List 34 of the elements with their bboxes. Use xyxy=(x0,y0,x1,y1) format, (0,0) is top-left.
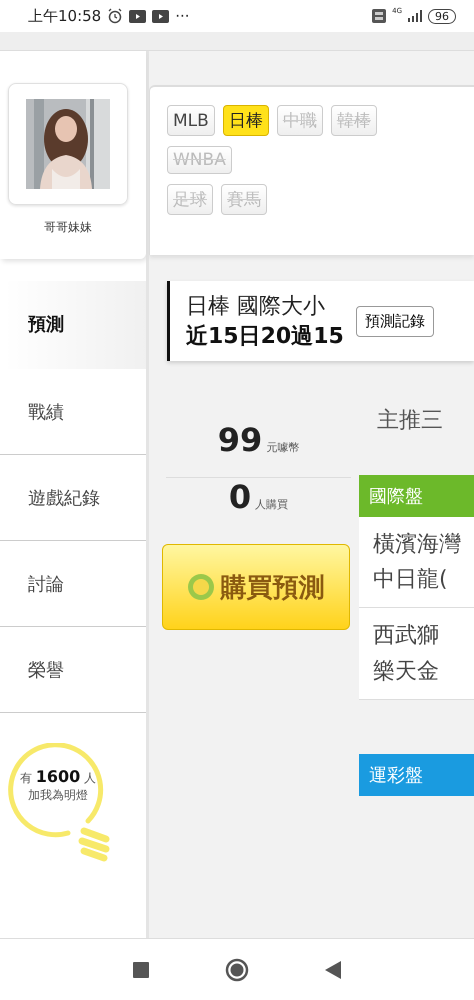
team-name: 橫濱海灣 xyxy=(373,531,461,559)
status-time: 上午10:58 xyxy=(28,6,102,26)
buyer-count: 0 xyxy=(228,478,252,516)
profile-name: 哥哥妹妹 xyxy=(44,219,92,236)
fans-count-text: 有 1600 人 加我為明燈 xyxy=(18,767,98,804)
price-unit: 元噱幣 xyxy=(266,440,300,455)
sidebar-item[interactable]: 遊戲紀錄 xyxy=(0,455,146,541)
league-tab[interactable]: 日棒 xyxy=(222,105,269,136)
team-name: 西武獅 xyxy=(373,622,440,650)
buy-prediction-button[interactable]: 購買預測 xyxy=(162,544,350,630)
section-header: 運彩盤 xyxy=(359,754,474,796)
back-icon[interactable] xyxy=(325,961,341,979)
alarm-icon xyxy=(107,8,124,24)
prediction-record: 近15日20過15 xyxy=(186,323,344,351)
league-tab[interactable]: MLB xyxy=(167,105,215,136)
sidebar-item[interactable]: 戰績 xyxy=(0,369,146,455)
picks-heading: 主推三 xyxy=(377,407,444,435)
sidebar-item[interactable]: 討論 xyxy=(0,541,146,627)
battery-level: 96 xyxy=(428,8,456,24)
team-name: 中日龍( xyxy=(373,566,449,594)
prediction-title: 日棒 國際大小 xyxy=(186,293,326,321)
home-icon[interactable] xyxy=(225,958,249,982)
signal-icon xyxy=(408,10,422,22)
price-value: 99 xyxy=(218,421,262,459)
video-icon xyxy=(129,10,146,22)
prediction-record-button[interactable]: 預測記錄 xyxy=(356,306,434,336)
coin-icon xyxy=(186,573,214,601)
more-notifications: ··· xyxy=(175,7,190,25)
volte-icon xyxy=(372,9,386,23)
sidebar-item[interactable]: 榮譽 xyxy=(0,627,146,713)
section-header: 國際盤 xyxy=(359,475,474,517)
buyer-unit: 人購買 xyxy=(255,497,288,512)
team-name: 樂天金 xyxy=(373,658,440,686)
video-icon xyxy=(152,10,170,22)
